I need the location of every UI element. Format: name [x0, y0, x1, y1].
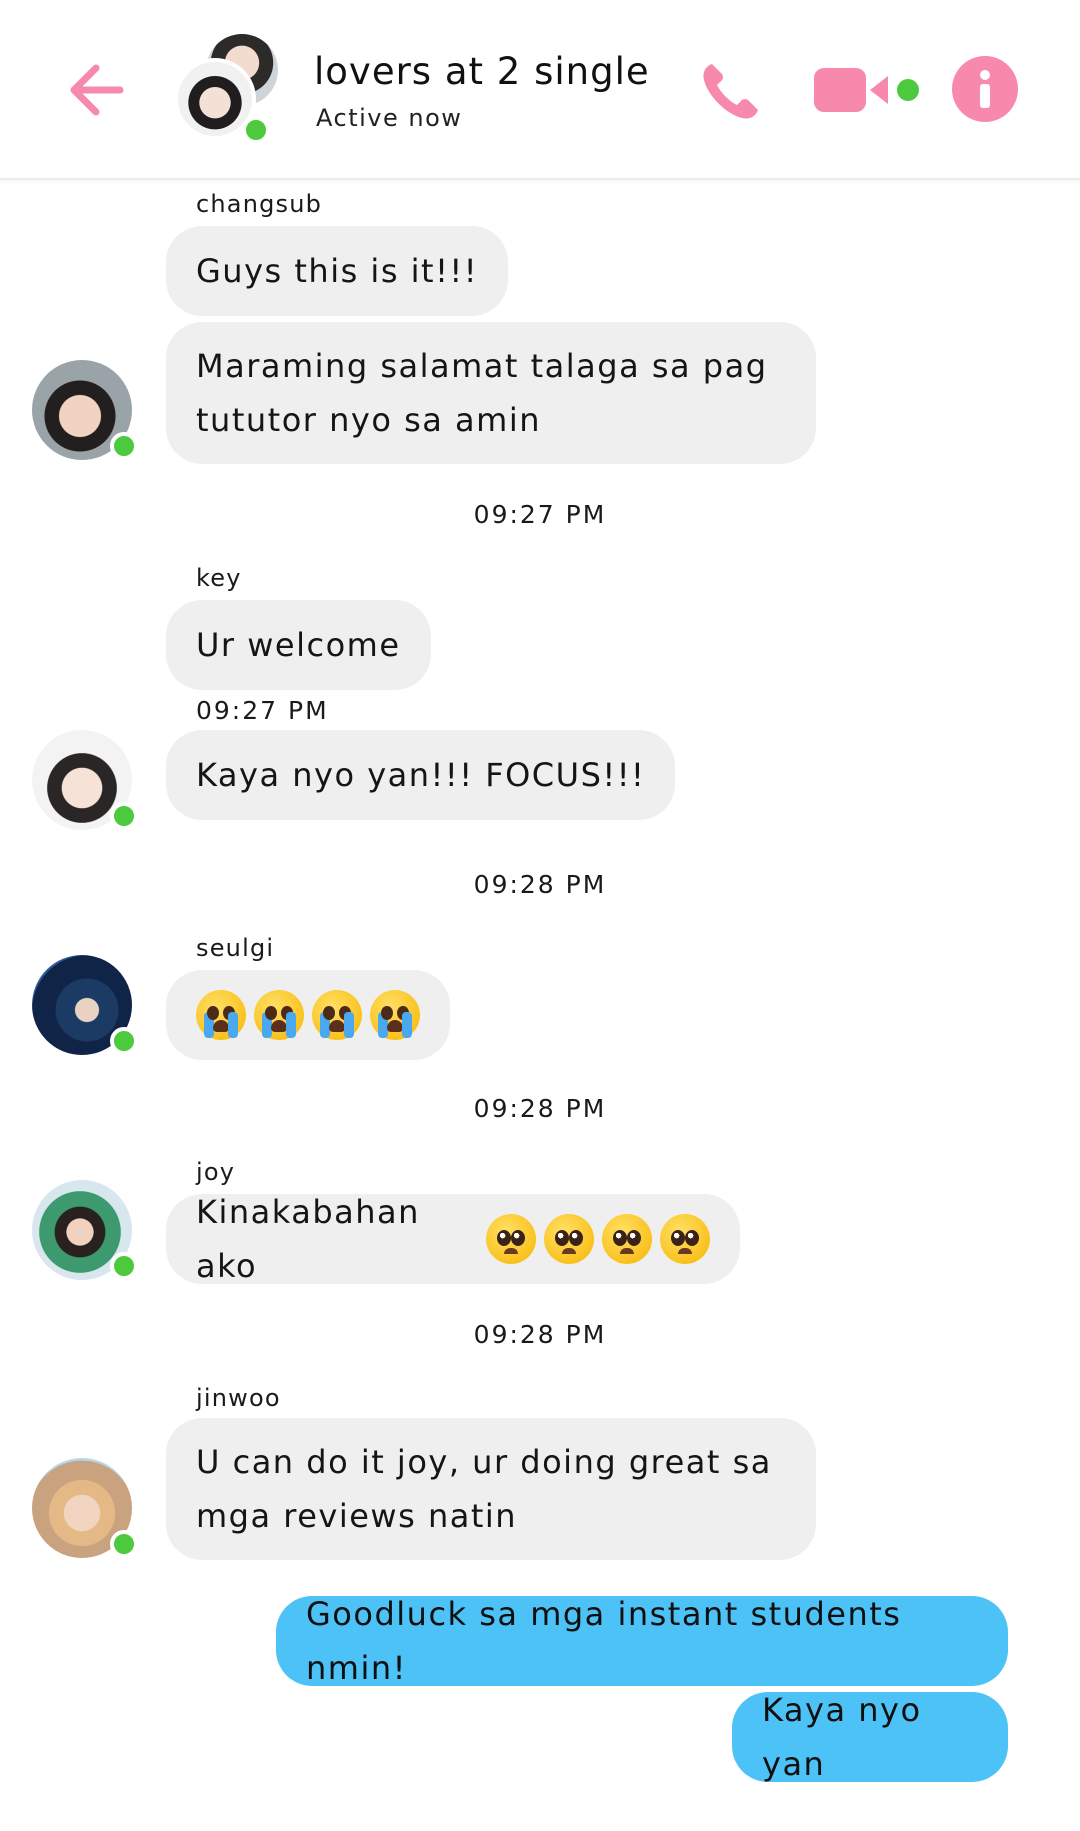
- online-indicator: [110, 1530, 138, 1558]
- online-indicator: [110, 1027, 138, 1055]
- pleading-face-icon: [544, 1214, 594, 1264]
- voice-call-button[interactable]: [696, 56, 766, 126]
- chat-title[interactable]: lovers at 2 single: [314, 50, 650, 93]
- crying-face-icon: [254, 990, 304, 1040]
- sent-message-bubble[interactable]: Goodluck sa mga instant students nmin!: [276, 1595, 1008, 1687]
- avatar[interactable]: [32, 1458, 138, 1558]
- crying-face-icon: [370, 990, 420, 1040]
- sender-name: changsub: [196, 190, 323, 218]
- timestamp: 09:27 PM: [196, 696, 329, 725]
- avatar[interactable]: [32, 360, 138, 460]
- pleading-face-icon: [486, 1214, 536, 1264]
- message-bubble[interactable]: Kinakabahan ako: [166, 1193, 740, 1285]
- message-text: Ur welcome: [196, 626, 401, 664]
- message-text-line: tututor nyo sa amin: [196, 401, 541, 439]
- pleading-face-icon: [660, 1214, 710, 1264]
- crying-face-icon: [312, 990, 362, 1040]
- timestamp: 09:27 PM: [473, 500, 607, 529]
- message-bubble[interactable]: U can do it joy, ur doing great sa mga r…: [166, 1418, 816, 1560]
- message-text: Kaya nyo yan!!! FOCUS!!!: [196, 756, 646, 794]
- online-indicator: [110, 802, 138, 830]
- message-bubble[interactable]: Maraming salamat talaga sa pag tututor n…: [166, 322, 816, 464]
- info-button[interactable]: [952, 56, 1018, 122]
- message-text: Guys this is it!!!: [196, 252, 479, 290]
- back-button[interactable]: [62, 55, 132, 125]
- online-indicator: [110, 1252, 138, 1280]
- message-text-line: U can do it joy, ur doing great sa: [196, 1443, 772, 1481]
- emoji-group: [196, 990, 420, 1040]
- message-bubble[interactable]: [166, 970, 450, 1060]
- sender-name: seulgi: [196, 934, 275, 962]
- sender-name: joy: [196, 1158, 236, 1186]
- avatar[interactable]: [32, 955, 138, 1055]
- video-camera-icon: [814, 68, 919, 112]
- timestamp: 09:28 PM: [473, 1094, 607, 1123]
- info-icon: [980, 70, 990, 108]
- crying-face-icon: [196, 990, 246, 1040]
- arrow-left-icon: [70, 64, 124, 116]
- phone-icon: [703, 64, 758, 119]
- chat-header: lovers at 2 single Active now: [0, 0, 1080, 180]
- chat-screen: lovers at 2 single Active now changsub G…: [0, 0, 1080, 1831]
- group-avatar[interactable]: [172, 34, 282, 144]
- pleading-face-icon: [602, 1214, 652, 1264]
- message-bubble[interactable]: Guys this is it!!!: [166, 226, 509, 316]
- message-bubble[interactable]: Ur welcome: [166, 600, 431, 690]
- emoji-group: [486, 1214, 710, 1264]
- avatar[interactable]: [32, 1180, 138, 1280]
- message-text: Kinakabahan ako: [196, 1193, 420, 1285]
- message-bubble[interactable]: Kaya nyo yan!!! FOCUS!!!: [166, 730, 676, 820]
- sender-name: key: [196, 564, 242, 592]
- online-indicator: [242, 116, 270, 144]
- timestamp: 09:28 PM: [473, 870, 607, 899]
- message-text-line: Maraming salamat talaga sa pag: [196, 347, 768, 385]
- video-call-button[interactable]: [812, 60, 922, 120]
- online-indicator: [110, 432, 138, 460]
- message-text: Goodluck sa mga instant students nmin!: [306, 1595, 902, 1687]
- sent-message-bubble[interactable]: Kaya nyo yan: [732, 1691, 1008, 1783]
- message-text: Kaya nyo yan: [762, 1691, 922, 1783]
- chat-status: Active now: [316, 104, 463, 132]
- avatar[interactable]: [32, 730, 138, 830]
- timestamp: 09:28 PM: [473, 1320, 607, 1349]
- sender-name: jinwoo: [196, 1384, 281, 1412]
- message-text-line: mga reviews natin: [196, 1497, 518, 1535]
